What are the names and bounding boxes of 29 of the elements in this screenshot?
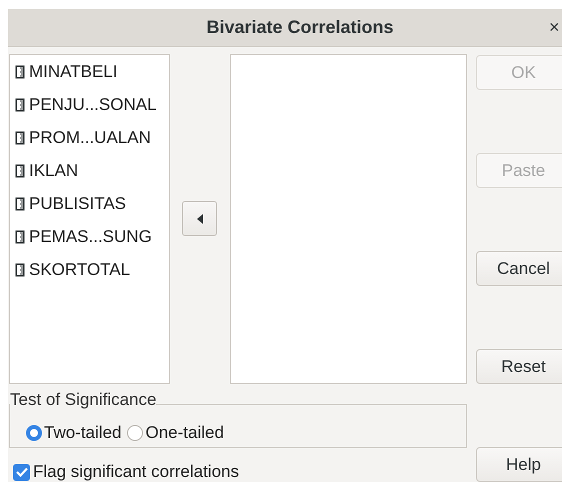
- close-button[interactable]: ×: [549, 17, 560, 38]
- dialog-button[interactable]: Help: [476, 447, 562, 482]
- ruler-icon: [15, 130, 25, 144]
- ruler-icon: [15, 98, 25, 112]
- ruler-icon: [15, 164, 25, 178]
- checkbox-label: Flag significant correlations: [33, 462, 239, 482]
- variable-item[interactable]: PEMAS...SUNG: [29, 226, 152, 246]
- ruler-icon: [15, 262, 25, 276]
- variable-item[interactable]: MINATBELI: [29, 62, 118, 82]
- group-title: Test of Significance: [10, 390, 156, 410]
- ruler-icon: [15, 196, 25, 210]
- dialog-button[interactable]: Cancel: [476, 251, 562, 286]
- ruler-icon: [15, 64, 25, 78]
- variable-item[interactable]: IKLAN: [29, 160, 78, 180]
- variable-item[interactable]: SKORTOTAL: [29, 260, 130, 280]
- window-title: Bivariate Correlations: [206, 17, 394, 38]
- checkbox[interactable]: [13, 464, 30, 480]
- dialog-button[interactable]: Reset: [476, 349, 562, 384]
- variable-item[interactable]: PUBLISITAS: [29, 194, 126, 214]
- radio-label: One-tailed: [145, 423, 224, 443]
- radio-button[interactable]: [26, 425, 42, 441]
- move-button[interactable]: [182, 201, 217, 236]
- variable-item[interactable]: PENJU...SONAL: [29, 94, 157, 114]
- radio-label: Two-tailed: [44, 423, 122, 443]
- variable-item[interactable]: PROM...UALAN: [29, 128, 151, 148]
- left-arrow-icon: [196, 214, 202, 224]
- ruler-icon: [15, 230, 25, 244]
- radio-button[interactable]: [127, 425, 144, 441]
- check-icon: [16, 467, 28, 477]
